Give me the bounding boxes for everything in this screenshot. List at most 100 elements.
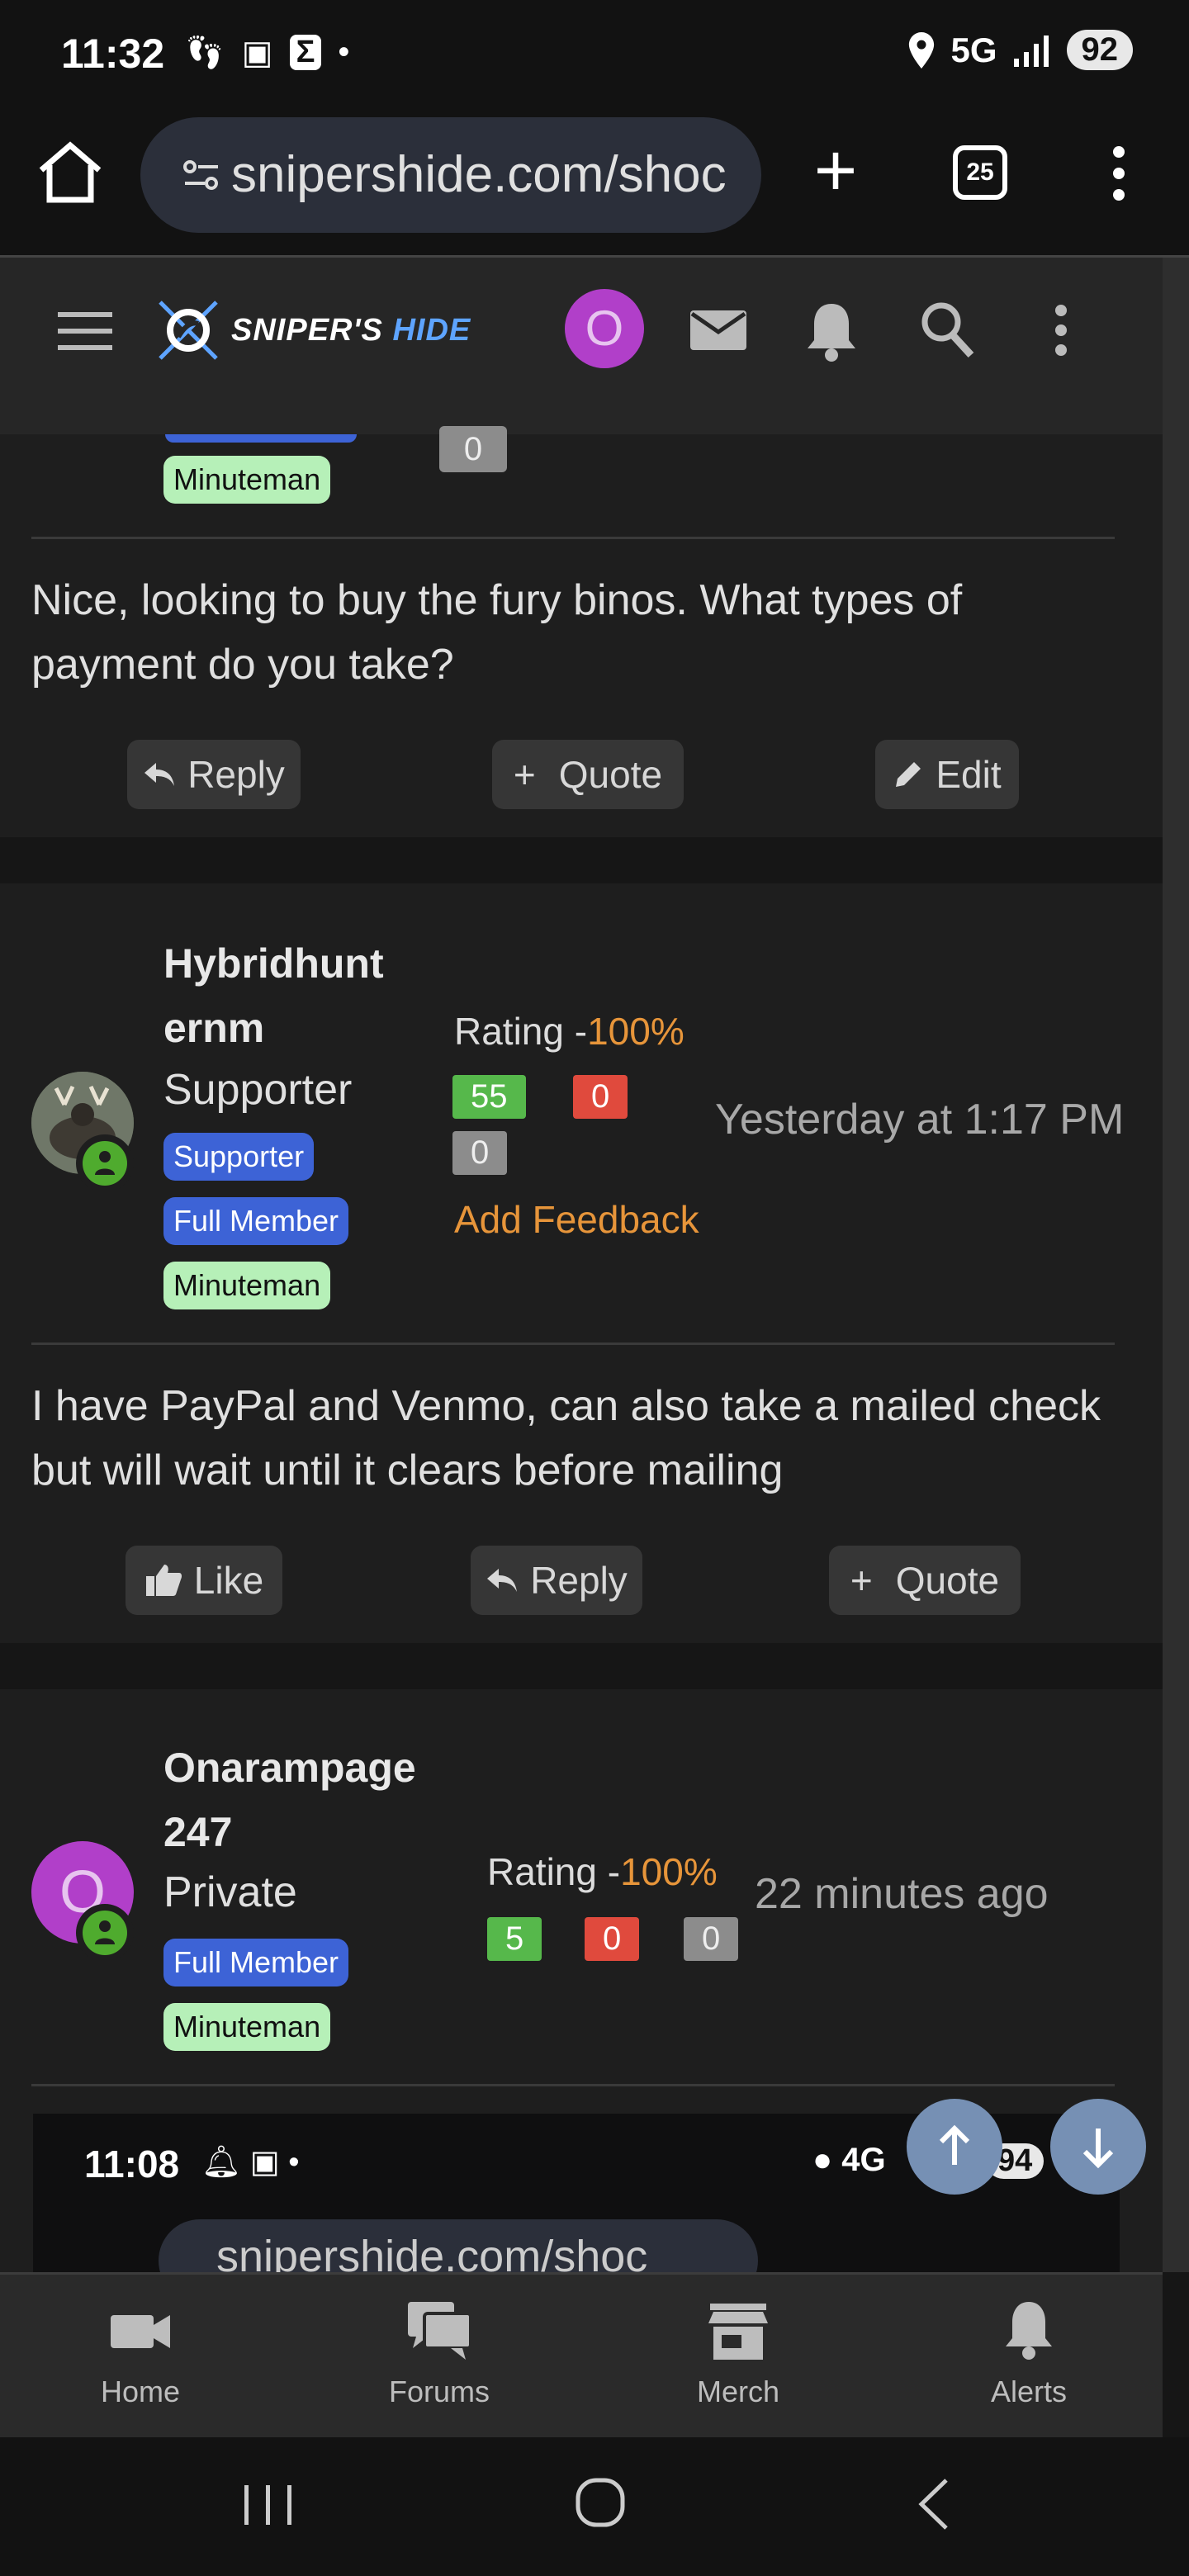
- system-home-button[interactable]: [571, 2474, 629, 2536]
- more-vert-icon: [1113, 146, 1125, 201]
- forum-icon: [408, 2302, 472, 2360]
- bell-icon: [808, 304, 855, 362]
- account-avatar[interactable]: O: [565, 289, 644, 368]
- user-title: Supporter: [163, 1066, 353, 1114]
- nav-forums[interactable]: Forums: [357, 2295, 522, 2409]
- reply-button[interactable]: Reply: [127, 740, 301, 809]
- inbox-button[interactable]: [687, 299, 750, 366]
- divider: [31, 537, 1115, 539]
- status-time: 11:32: [61, 31, 165, 77]
- user-avatar-wrap[interactable]: [31, 1072, 134, 1192]
- bell-icon: [1006, 2302, 1052, 2360]
- status-notification-icons: 👣︎ ▣ Σ •: [183, 33, 349, 72]
- trader-rating: Rating -100%: [454, 1010, 685, 1053]
- nav-alerts[interactable]: Alerts: [946, 2295, 1111, 2409]
- quote-button[interactable]: + Quote: [829, 1546, 1021, 1615]
- more-vert-icon: [1055, 305, 1067, 356]
- online-status-icon: [76, 1134, 134, 1192]
- mail-icon: [690, 310, 746, 350]
- notifications-button[interactable]: [803, 299, 860, 369]
- tab-switcher-button[interactable]: 25: [953, 145, 1007, 200]
- search-icon: [921, 302, 974, 358]
- site-settings-icon[interactable]: [183, 159, 220, 192]
- reply-icon: [487, 1569, 518, 1592]
- thumbs-up-icon: [145, 1565, 182, 1596]
- url-text: snipershide.com/shoc: [231, 146, 727, 203]
- username[interactable]: Onarampage 247: [163, 1735, 416, 1864]
- scroll-to-bottom-button[interactable]: [1050, 2099, 1146, 2195]
- badge-supporter: Supporter: [163, 1133, 315, 1181]
- user-avatar-wrap[interactable]: O: [31, 1841, 134, 1962]
- like-button[interactable]: Like: [126, 1546, 282, 1615]
- post-body: I have PayPal and Venmo, can also take a…: [31, 1382, 1101, 1494]
- menu-button[interactable]: [58, 310, 112, 356]
- store-icon: [708, 2304, 768, 2360]
- arrow-up-icon: [939, 2124, 970, 2165]
- home-icon: [39, 141, 102, 203]
- edit-button[interactable]: Edit: [875, 740, 1019, 809]
- browser-menu-button[interactable]: [1098, 140, 1139, 206]
- scroll-track[interactable]: [1163, 258, 1189, 2272]
- search-button[interactable]: [918, 299, 976, 366]
- signal-icon: [1013, 35, 1049, 67]
- negative-count[interactable]: 0: [585, 1917, 640, 1961]
- online-status-icon: [76, 1904, 134, 1962]
- negative-count[interactable]: 0: [573, 1075, 628, 1119]
- post-timestamp[interactable]: 22 minutes ago: [755, 1869, 1049, 1919]
- sigma-icon: Σ: [289, 35, 322, 70]
- screenshot-icon: ▣: [241, 34, 273, 71]
- reply-button[interactable]: Reply: [471, 1546, 642, 1615]
- embedded-status-icons: 🔔︎ ▣ •: [201, 2145, 300, 2180]
- home-circle-icon: [576, 2478, 625, 2527]
- reply-icon: [144, 763, 175, 786]
- recents-icon: [244, 2485, 291, 2525]
- status-right: 5G 92: [907, 30, 1133, 70]
- plus-icon: +: [513, 753, 536, 796]
- user-title: Private: [163, 1868, 297, 1916]
- trader-rating: Rating -100%: [487, 1850, 718, 1893]
- battery-indicator: 92: [1066, 30, 1133, 70]
- header-more-button[interactable]: [1049, 299, 1073, 366]
- badge-full-member: Full Member: [163, 1197, 349, 1245]
- plus-icon: +: [850, 1559, 873, 1602]
- divider: [31, 2084, 1115, 2086]
- badge-minuteman: Minuteman: [163, 1262, 331, 1309]
- badge-minuteman: Minuteman: [163, 2003, 331, 2051]
- back-button[interactable]: [910, 2475, 959, 2537]
- positive-count[interactable]: 5: [487, 1917, 542, 1961]
- pencil-icon: [896, 762, 921, 787]
- dot-icon: •: [338, 34, 350, 70]
- video-camera-icon: [111, 2315, 170, 2348]
- divider: [31, 1342, 1115, 1345]
- nav-home[interactable]: Home: [58, 2295, 223, 2409]
- neutral-count[interactable]: 0: [452, 1131, 508, 1175]
- nav-merch[interactable]: Merch: [656, 2295, 821, 2409]
- home-button[interactable]: [33, 135, 107, 210]
- location-icon: [909, 31, 935, 69]
- quote-button[interactable]: + Quote: [492, 740, 684, 809]
- site-logo[interactable]: SNIPER'S HIDE: [154, 296, 500, 365]
- embedded-time: 11:08: [84, 2143, 180, 2185]
- address-bar[interactable]: snipershide.com/shoc: [140, 117, 761, 233]
- neutral-count[interactable]: 0: [684, 1917, 739, 1961]
- add-feedback-link[interactable]: Add Feedback: [454, 1197, 699, 1242]
- post-body: Nice, looking to buy the fury binos. Wha…: [31, 576, 963, 689]
- logo-wordmark: SNIPER'S HIDE: [231, 312, 471, 348]
- scroll-to-top-button[interactable]: [907, 2099, 1002, 2195]
- post-timestamp[interactable]: Yesterday at 1:17 PM: [715, 1095, 1124, 1144]
- recents-button[interactable]: [239, 2480, 297, 2534]
- logo-mark-icon: [159, 301, 218, 360]
- new-tab-button[interactable]: +: [803, 134, 869, 208]
- neutral-count: 0: [439, 426, 507, 472]
- hamburger-icon: [58, 312, 112, 350]
- arrow-down-icon: [1082, 2129, 1114, 2169]
- embedded-address-bar: snipershide.com/shoc: [159, 2219, 758, 2272]
- badge-partial: [165, 434, 357, 443]
- positive-count[interactable]: 55: [452, 1075, 526, 1119]
- badge-minuteman: Minuteman: [163, 456, 331, 504]
- network-label: 5G: [950, 30, 997, 69]
- username[interactable]: Hybridhunt ernm: [163, 931, 384, 1060]
- back-icon: [918, 2479, 948, 2530]
- embedded-network: ● 4G: [812, 2142, 886, 2178]
- activity-icon: 👣︎: [183, 35, 225, 71]
